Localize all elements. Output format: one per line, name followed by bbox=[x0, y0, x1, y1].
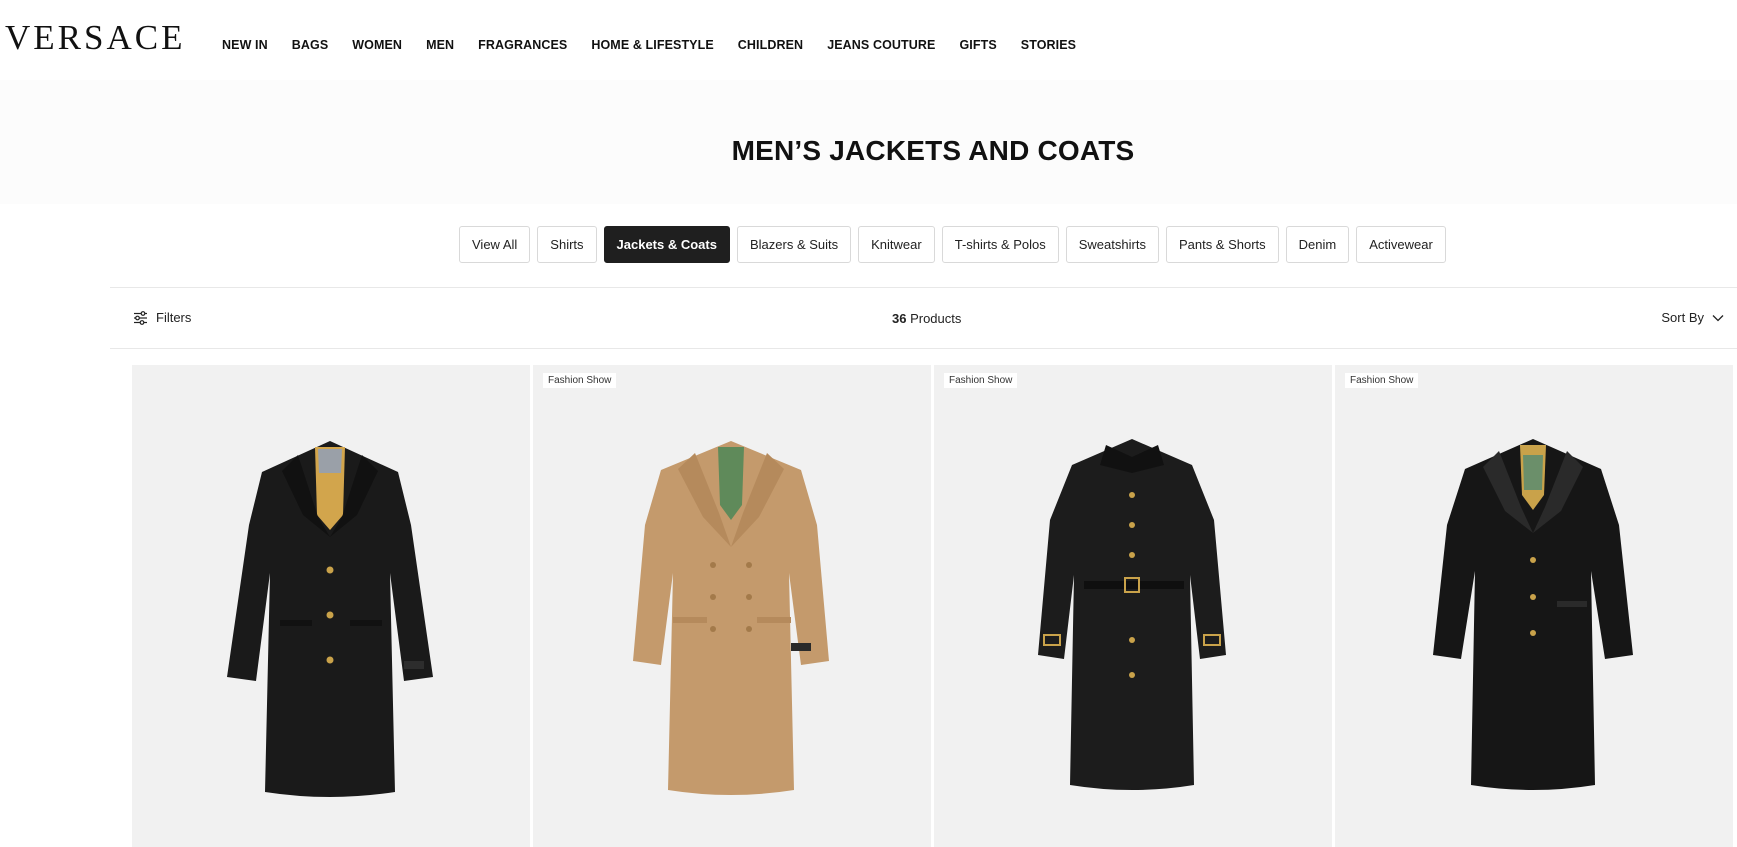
toolbar-top-divider bbox=[110, 287, 1737, 288]
category-pill-pants-shorts[interactable]: Pants & Shorts bbox=[1165, 226, 1279, 263]
product-card[interactable]: Fashion Show bbox=[1335, 365, 1733, 847]
category-pill-tshirts-polos[interactable]: T-shirts & Polos bbox=[941, 226, 1059, 263]
sliders-icon bbox=[134, 310, 147, 325]
nav-item-new-in[interactable]: NEW IN bbox=[222, 38, 268, 52]
nav-item-fragrances[interactable]: FRAGRANCES bbox=[478, 38, 567, 52]
sort-dropdown[interactable]: Sort By bbox=[1661, 310, 1724, 325]
category-pills: View All Shirts Jackets & Coats Blazers … bbox=[459, 226, 1446, 263]
category-pill-activewear[interactable]: Activewear bbox=[1356, 226, 1446, 263]
category-pill-denim[interactable]: Denim bbox=[1285, 226, 1350, 263]
black-leather-coat-image bbox=[1433, 439, 1633, 790]
sort-label: Sort By bbox=[1661, 310, 1704, 325]
nav-item-stories[interactable]: STORIES bbox=[1021, 38, 1076, 52]
product-grid: Fashion Show Fashion Show Fashion Show bbox=[132, 365, 1733, 847]
nav-item-jeans-couture[interactable]: JEANS COUTURE bbox=[827, 38, 935, 52]
nav-item-gifts[interactable]: GIFTS bbox=[959, 38, 996, 52]
page-title: MEN’S JACKETS AND COATS bbox=[731, 135, 1135, 166]
nav-item-women[interactable]: WOMEN bbox=[352, 38, 402, 52]
category-pill-shirts[interactable]: Shirts bbox=[537, 226, 597, 263]
product-count-suffix: Products bbox=[906, 311, 962, 326]
nav-item-men[interactable]: MEN bbox=[426, 38, 454, 52]
nav-item-bags[interactable]: BAGS bbox=[292, 38, 329, 52]
nav-item-children[interactable]: CHILDREN bbox=[738, 38, 803, 52]
versace-logo[interactable]: VERSACE bbox=[5, 18, 185, 58]
site-header: VERSACE NEW IN BAGS WOMEN MEN FRAGRANCES… bbox=[0, 0, 1737, 80]
product-card[interactable]: Fashion Show bbox=[533, 365, 931, 847]
product-count-number: 36 bbox=[892, 311, 907, 326]
category-pill-sweatshirts[interactable]: Sweatshirts bbox=[1065, 226, 1159, 263]
category-pill-blazers-suits[interactable]: Blazers & Suits bbox=[736, 226, 852, 263]
category-pill-view-all[interactable]: View All bbox=[459, 226, 531, 263]
black-wool-coat-image bbox=[227, 441, 433, 797]
product-card[interactable]: Fashion Show bbox=[934, 365, 1332, 847]
camel-double-breasted-coat-image bbox=[633, 441, 829, 795]
filters-button[interactable]: Filters bbox=[133, 310, 191, 325]
nav-item-home-lifestyle[interactable]: HOME & LIFESTYLE bbox=[591, 38, 713, 52]
category-pill-knitwear[interactable]: Knitwear bbox=[858, 226, 935, 263]
chevron-down-icon bbox=[1712, 314, 1724, 321]
product-card[interactable] bbox=[132, 365, 530, 847]
product-count: 36 Products bbox=[892, 311, 961, 326]
main-nav: NEW IN BAGS WOMEN MEN FRAGRANCES HOME & … bbox=[222, 38, 1076, 52]
category-pill-jackets-coats[interactable]: Jackets & Coats bbox=[603, 226, 730, 263]
toolbar-bottom-divider bbox=[110, 348, 1737, 349]
black-belted-trench-coat-image bbox=[1038, 439, 1226, 790]
filters-label: Filters bbox=[156, 310, 192, 325]
